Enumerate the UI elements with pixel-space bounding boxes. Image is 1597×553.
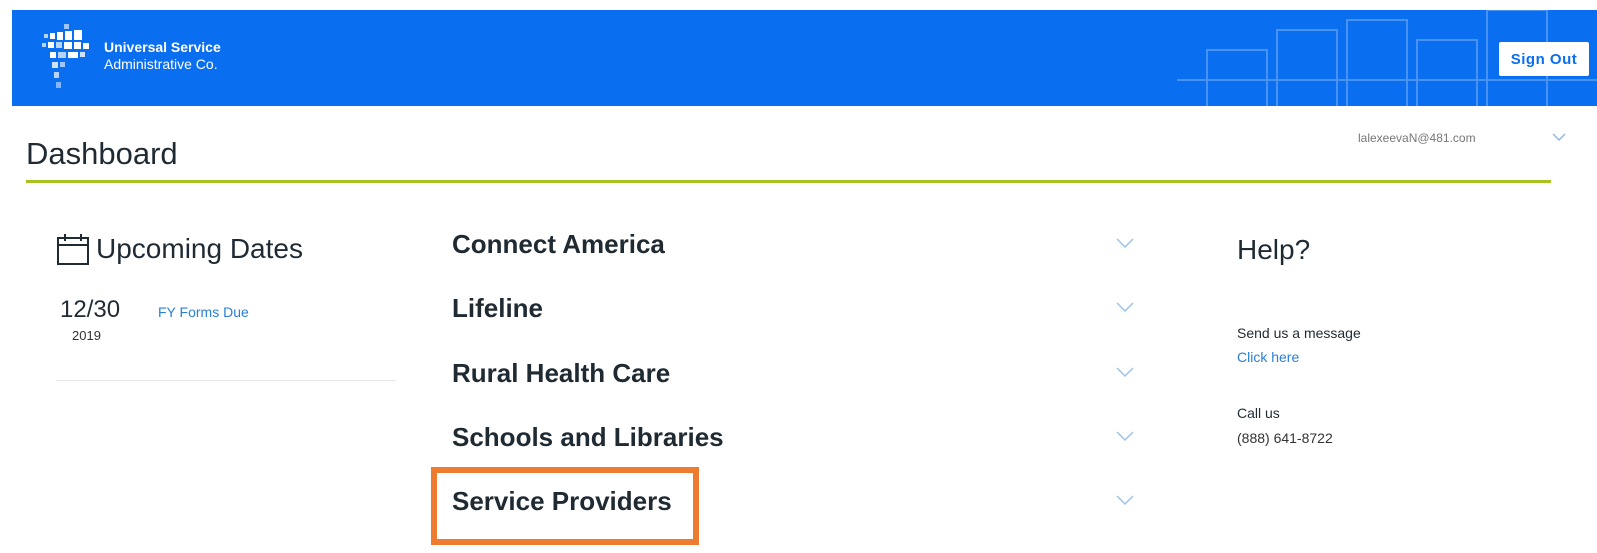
program-rural-health-care[interactable]: Rural Health Care <box>452 358 1142 398</box>
program-connect-america[interactable]: Connect America <box>452 229 1142 269</box>
program-label: Schools and Libraries <box>452 422 724 452</box>
program-label: Lifeline <box>452 293 544 323</box>
upcoming-dates-title: Upcoming Dates <box>96 233 303 264</box>
calendar-icon <box>57 234 89 265</box>
program-lifeline[interactable]: Lifeline <box>452 293 1142 333</box>
program-schools-and-libraries[interactable]: Schools and Libraries <box>452 422 1142 462</box>
fy-forms-due-link[interactable]: FY Forms Due <box>158 304 249 320</box>
usac-logo[interactable]: Universal Service Administrative Co. <box>36 20 221 92</box>
chevron-down-icon[interactable] <box>1116 494 1134 506</box>
chevron-down-icon[interactable] <box>1116 301 1134 313</box>
help-title: Help? <box>1237 234 1311 265</box>
org-name-line1: Universal Service <box>104 39 221 55</box>
send-message-label: Send us a message <box>1237 325 1361 341</box>
top-header-bar: Universal Service Administrative Co. Sig… <box>12 10 1597 106</box>
date-year: 2019 <box>72 328 101 343</box>
upcoming-date: 12/30 2019 <box>60 296 120 343</box>
chevron-down-icon[interactable] <box>1116 430 1134 442</box>
title-divider <box>26 180 1551 183</box>
service-providers-highlight-box <box>431 467 699 545</box>
phone-number: (888) 641-8722 <box>1237 430 1333 446</box>
org-name: Universal Service Administrative Co. <box>104 39 221 73</box>
send-message-link[interactable]: Click here <box>1237 349 1299 365</box>
org-name-line2: Administrative Co. <box>104 56 218 72</box>
user-email[interactable]: lalexeevaN@481.com <box>1358 131 1476 145</box>
page-title: Dashboard <box>26 136 178 171</box>
usac-logo-icon <box>42 24 89 88</box>
program-label: Connect America <box>452 229 665 259</box>
program-label: Rural Health Care <box>452 358 671 388</box>
upcoming-divider <box>56 380 396 381</box>
sign-out-button[interactable]: Sign Out <box>1499 42 1589 76</box>
chevron-down-icon[interactable] <box>1116 366 1134 378</box>
user-menu-chevron-down-icon[interactable] <box>1552 132 1566 142</box>
upcoming-dates-heading: Upcoming Dates <box>56 232 303 266</box>
chevron-down-icon[interactable] <box>1116 237 1134 249</box>
call-us-label: Call us <box>1237 405 1280 421</box>
date-month-day: 12/30 <box>60 296 121 323</box>
